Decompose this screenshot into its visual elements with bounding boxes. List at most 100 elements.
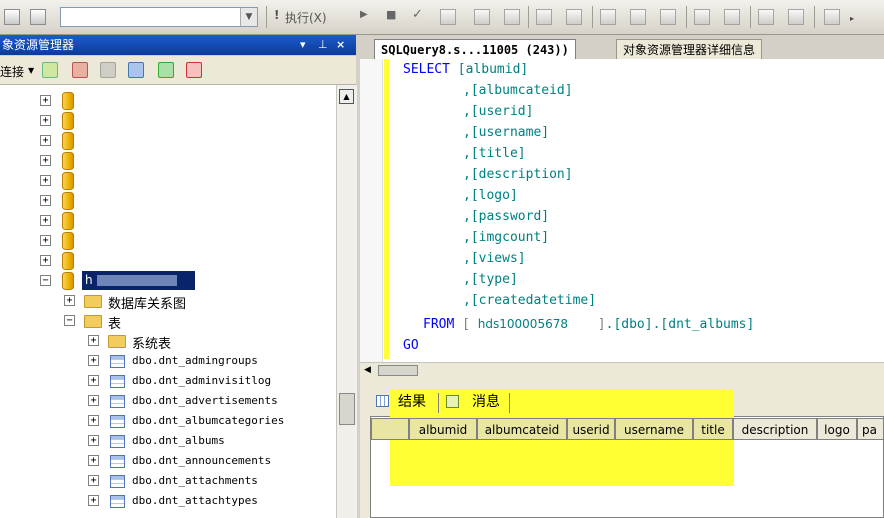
collapse-icon[interactable]: − — [40, 275, 51, 286]
display-plan-icon[interactable] — [440, 9, 456, 25]
parse-icon[interactable]: ✓ — [412, 7, 423, 22]
execute-icon[interactable]: ! — [274, 8, 279, 22]
close-icon[interactable]: × — [336, 35, 345, 55]
refresh-icon[interactable] — [158, 62, 174, 78]
toolbar-overflow-icon[interactable]: ▸ — [850, 14, 854, 23]
collapse-icon[interactable]: − — [64, 315, 75, 326]
toolbar-separator — [592, 6, 593, 28]
increase-indent-icon[interactable] — [788, 9, 804, 25]
editor-horizontal-scrollbar[interactable]: ◀ — [360, 362, 884, 379]
connect-icon[interactable] — [30, 9, 46, 25]
uncomment-icon[interactable] — [724, 9, 740, 25]
expand-icon[interactable]: + — [88, 355, 99, 366]
tree-node-label: dbo.dnt_attachtypes — [132, 494, 258, 507]
expand-icon[interactable]: + — [40, 95, 51, 106]
decrease-indent-icon[interactable] — [758, 9, 774, 25]
grid-column-header[interactable]: albumcateid — [477, 418, 567, 440]
intellisense-icon[interactable] — [504, 9, 520, 25]
grid-column-header[interactable]: albumid — [409, 418, 477, 440]
chevron-down-icon[interactable]: ▼ — [28, 66, 34, 75]
database-icon — [62, 192, 74, 210]
code-line: ,[createdatetime] — [463, 293, 597, 308]
database-selector[interactable]: ▼ — [60, 7, 258, 27]
query-options-icon[interactable] — [474, 9, 490, 25]
database-icon — [62, 252, 74, 270]
delete-icon[interactable] — [186, 62, 202, 78]
expand-icon[interactable]: + — [88, 435, 99, 446]
tree-scrollbar[interactable]: ▲ — [336, 85, 357, 518]
grid-column-header[interactable]: userid — [567, 418, 615, 440]
toolbar-separator — [528, 6, 529, 28]
scroll-up-icon[interactable]: ▲ — [339, 89, 354, 104]
tree-node-label: dbo.dnt_announcements — [132, 454, 272, 467]
expand-icon[interactable]: + — [88, 335, 99, 346]
window-position-icon[interactable]: ▾ — [300, 35, 306, 55]
scrollbar-thumb[interactable] — [378, 365, 418, 376]
tab-sql-query[interactable]: SQLQuery8.s...11005 (243)) — [374, 39, 576, 59]
specify-values-icon[interactable] — [824, 9, 840, 25]
editor-margin — [360, 59, 383, 362]
expand-icon[interactable]: + — [40, 115, 51, 126]
include-plan-icon[interactable] — [536, 9, 552, 25]
grid-column-header[interactable]: title — [693, 418, 733, 440]
sql-keyword: SELECT — [403, 62, 450, 77]
stop-icon[interactable]: ■ — [386, 8, 396, 21]
pin-icon[interactable]: ⊥ — [318, 35, 328, 55]
expand-icon[interactable]: + — [88, 395, 99, 406]
scroll-left-icon[interactable]: ◀ — [364, 365, 371, 375]
scrollbar-thumb[interactable] — [339, 393, 355, 425]
object-explorer-tree[interactable]: + + + + + + + + + − h + 数据库关系图 − 表 + 系统表… — [0, 85, 336, 518]
code-line: ,[albumcateid] — [463, 83, 573, 98]
grid-icon — [376, 395, 389, 407]
connect-button[interactable]: 连接 — [0, 63, 24, 80]
folder-icon — [84, 295, 102, 308]
expand-icon[interactable]: + — [40, 195, 51, 206]
tab-object-explorer-details[interactable]: 对象资源管理器详细信息 — [616, 39, 763, 59]
debug-icon[interactable]: ▶ — [360, 9, 368, 20]
filter-icon[interactable] — [128, 62, 144, 78]
stop-icon[interactable] — [100, 62, 116, 78]
client-stats-icon[interactable] — [566, 9, 582, 25]
grid-column-header[interactable]: description — [733, 418, 817, 440]
database-icon — [62, 92, 74, 110]
database-icon — [62, 152, 74, 170]
table-icon — [110, 355, 125, 368]
expand-icon[interactable]: + — [40, 235, 51, 246]
tree-node-label: 系统表 — [132, 337, 172, 352]
tree-node-selected-database[interactable]: − h — [0, 271, 336, 291]
expand-icon[interactable]: + — [88, 475, 99, 486]
object-explorer-titlebar: 象资源管理器 ▾ ⊥ × — [0, 35, 356, 55]
grid-column-header[interactable]: logo — [817, 418, 857, 440]
disconnect-icon[interactable] — [72, 62, 88, 78]
expand-icon[interactable]: + — [88, 495, 99, 506]
document-tabs: SQLQuery8.s...11005 (243)) 对象资源管理器详细信息 — [360, 35, 884, 59]
tab-divider — [438, 393, 439, 413]
grid-corner[interactable] — [371, 418, 409, 440]
results-grid-icon[interactable] — [630, 9, 646, 25]
expand-icon[interactable]: + — [40, 175, 51, 186]
expand-icon[interactable]: + — [88, 415, 99, 426]
expand-icon[interactable]: + — [88, 455, 99, 466]
grid-column-header[interactable]: pa — [857, 418, 884, 440]
query-window-icon[interactable] — [4, 9, 20, 25]
code-line: ,[username] — [463, 125, 550, 140]
execute-button[interactable]: 执行(X) — [285, 9, 327, 26]
comment-icon[interactable] — [694, 9, 710, 25]
toolbar-separator — [686, 6, 687, 28]
tree-node-label: 表 — [108, 317, 122, 332]
expand-icon[interactable]: + — [64, 295, 75, 306]
query-editor[interactable]: SELECT [albumid] ,[albumcateid] ,[userid… — [360, 59, 884, 362]
connect-icon[interactable] — [42, 62, 58, 78]
results-file-icon[interactable] — [660, 9, 676, 25]
grid-column-header[interactable]: username — [615, 418, 693, 440]
tab-label: 消息 — [472, 394, 500, 410]
tree-node-label: dbo.dnt_adminvisitlog — [132, 374, 272, 387]
expand-icon[interactable]: + — [40, 215, 51, 226]
expand-icon[interactable]: + — [40, 155, 51, 166]
results-text-icon[interactable] — [600, 9, 616, 25]
expand-icon[interactable]: + — [40, 255, 51, 266]
expand-icon[interactable]: + — [88, 375, 99, 386]
chevron-down-icon[interactable]: ▼ — [240, 8, 257, 26]
toolbar-separator — [266, 6, 267, 28]
expand-icon[interactable]: + — [40, 135, 51, 146]
